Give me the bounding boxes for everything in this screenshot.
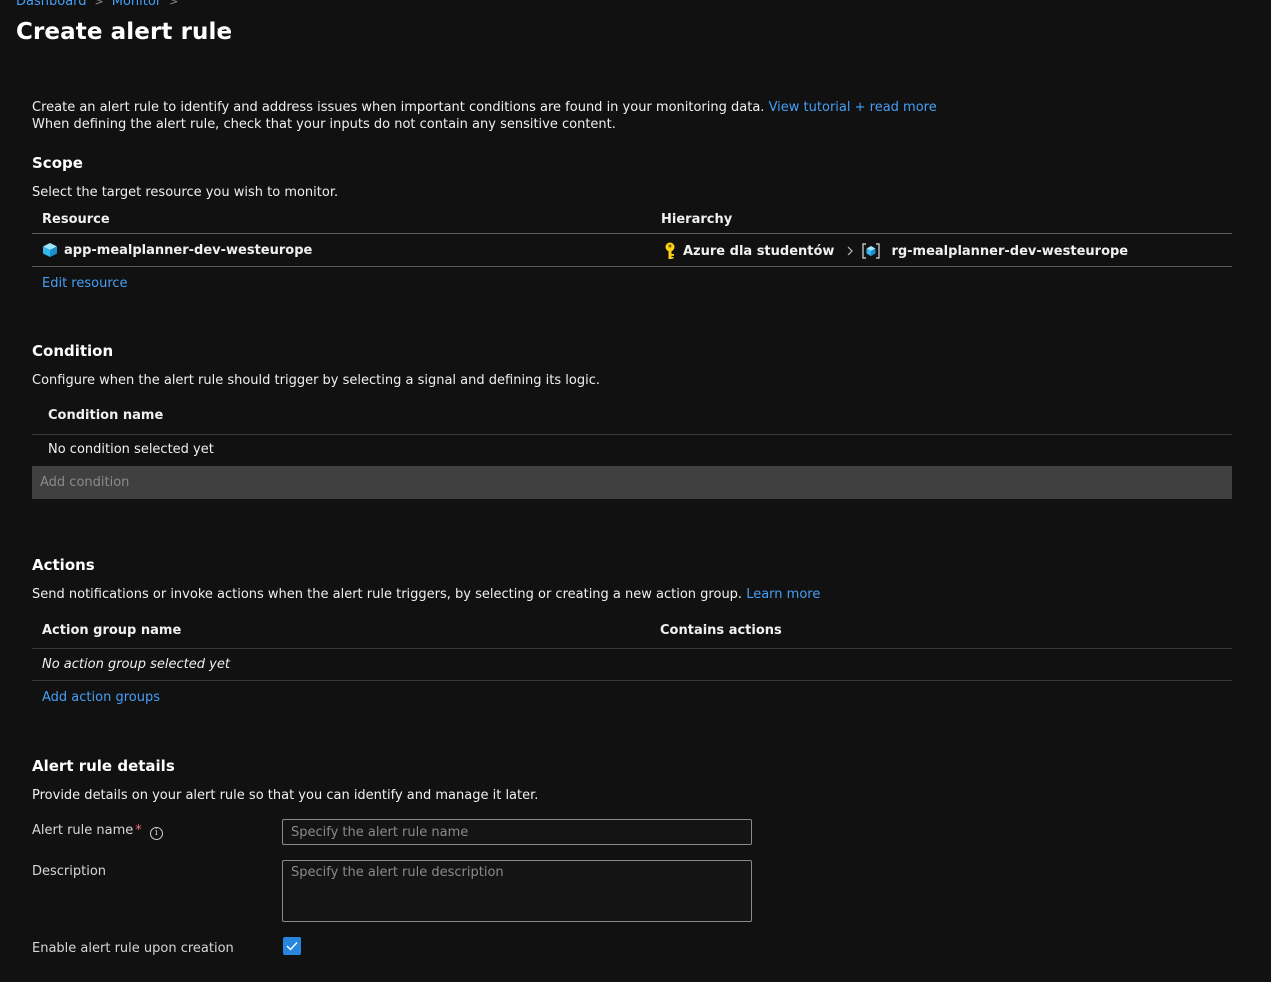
alert-rule-name-label: Alert rule name * i: [32, 823, 163, 840]
required-marker: *: [135, 823, 142, 838]
actions-description-row: Send notifications or invoke actions whe…: [32, 587, 820, 602]
intro-line-2: When defining the alert rule, check that…: [32, 117, 616, 132]
scope-col-resource: Resource: [42, 212, 110, 227]
scope-title: Scope: [32, 154, 83, 172]
checkmark-icon: [286, 942, 298, 951]
view-tutorial-link[interactable]: View tutorial + read more: [769, 100, 937, 115]
breadcrumb: Dashboard > Monitor >: [16, 0, 186, 9]
alert-rule-name-label-text: Alert rule name: [32, 823, 134, 838]
description-label: Description: [32, 864, 107, 879]
add-condition-button[interactable]: Add condition: [32, 466, 1232, 499]
description-textarea[interactable]: [282, 860, 752, 922]
intro-text: Create an alert rule to identify and add…: [32, 99, 937, 133]
chevron-right-icon: [848, 246, 854, 256]
app-service-cube-icon: [43, 243, 57, 257]
actions-row-divider: [32, 680, 1232, 681]
resource-name: app-mealplanner-dev-westeurope: [64, 242, 313, 258]
edit-resource-link[interactable]: Edit resource: [42, 276, 128, 291]
hierarchy-subscription[interactable]: Azure dla studentów: [683, 244, 834, 259]
actions-header-divider: [32, 648, 1232, 649]
resource-group-icon: [862, 243, 881, 259]
scope-col-hierarchy: Hierarchy: [661, 212, 733, 227]
breadcrumb-chevron-icon: >: [94, 0, 104, 8]
condition-header-divider: [32, 434, 1232, 435]
actions-empty-text: No action group selected yet: [42, 657, 230, 672]
actions-col-group-name: Action group name: [42, 623, 182, 638]
hierarchy-resource-group[interactable]: rg-mealplanner-dev-westeurope: [891, 244, 1128, 259]
scope-header-divider: [32, 233, 1232, 234]
actions-col-contains: Contains actions: [660, 623, 782, 638]
scope-description: Select the target resource you wish to m…: [32, 185, 339, 200]
condition-empty-text: No condition selected yet: [48, 442, 214, 457]
details-description: Provide details on your alert rule so th…: [32, 788, 539, 803]
more-options-icon[interactable]: ···: [216, 22, 232, 38]
actions-description: Send notifications or invoke actions whe…: [32, 587, 743, 602]
key-icon: [665, 242, 675, 259]
intro-line-1: Create an alert rule to identify and add…: [32, 100, 765, 115]
enable-alert-rule-label: Enable alert rule upon creation: [32, 941, 234, 956]
condition-description: Configure when the alert rule should tri…: [32, 373, 601, 388]
page-title: Create alert rule: [16, 19, 233, 45]
actions-title: Actions: [32, 556, 95, 574]
condition-title: Condition: [32, 342, 114, 360]
details-title: Alert rule details: [32, 757, 175, 775]
learn-more-link[interactable]: Learn more: [746, 587, 820, 602]
alert-rule-name-input[interactable]: [282, 819, 752, 845]
enable-alert-rule-checkbox[interactable]: [283, 937, 301, 955]
scope-hierarchy-cell: Azure dla studentów rg-mealplanner-dev-w…: [663, 242, 1128, 260]
scope-resource-cell: app-mealplanner-dev-westeurope: [42, 242, 312, 258]
breadcrumb-dashboard[interactable]: Dashboard: [16, 0, 87, 9]
create-alert-rule-page: Dashboard > Monitor > Create alert rule ···…: [0, 0, 1271, 982]
condition-col-name: Condition name: [48, 408, 164, 423]
breadcrumb-monitor[interactable]: Monitor: [112, 0, 161, 9]
breadcrumb-chevron-icon: >: [169, 0, 179, 8]
add-action-groups-link[interactable]: Add action groups: [42, 690, 160, 705]
info-icon[interactable]: i: [149, 827, 163, 840]
scope-row-divider: [32, 266, 1232, 267]
